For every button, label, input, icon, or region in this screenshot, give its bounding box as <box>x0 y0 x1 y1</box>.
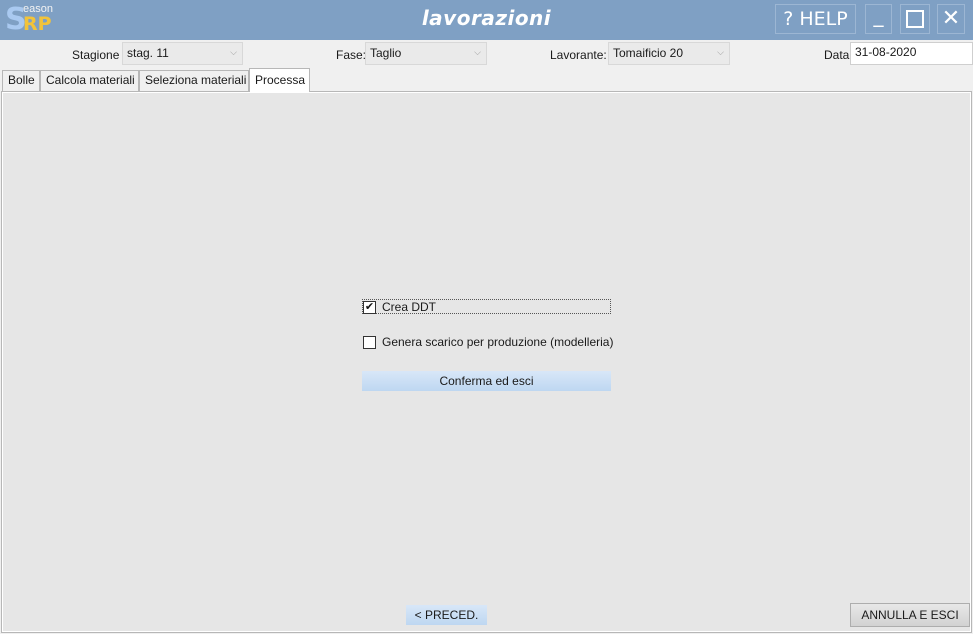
cancel-and-exit-button[interactable]: ANNULLA E ESCI <box>850 603 970 627</box>
tab-calcola-materiali[interactable]: Calcola materiali <box>40 70 139 91</box>
minimize-icon: _ <box>873 3 884 27</box>
fase-value: Taglio <box>370 46 402 60</box>
chevron-down-icon: ⌵ <box>230 47 237 57</box>
process-area <box>3 93 970 631</box>
tab-label: Calcola materiali <box>46 73 135 87</box>
minimize-button[interactable]: _ <box>865 3 892 34</box>
genera-scarico-label: Genera scarico per produzione (modelleri… <box>382 335 614 349</box>
fase-label: Fase: <box>336 48 367 62</box>
close-button[interactable]: ✕ <box>937 4 965 34</box>
data-label: Data <box>824 48 850 62</box>
checkbox-unchecked-icon <box>363 335 376 349</box>
stagione-value: stag. 11 <box>127 46 169 60</box>
help-button[interactable]: ? HELP <box>775 4 856 34</box>
tab-label: Bolle <box>8 73 35 87</box>
previous-button[interactable]: < PRECED. <box>406 605 487 625</box>
date-input[interactable]: 31-08-2020 <box>850 42 973 65</box>
genera-scarico-checkbox[interactable]: Genera scarico per produzione (modelleri… <box>363 335 613 349</box>
stagione-label: Stagione <box>72 48 120 62</box>
maximize-icon <box>906 10 924 28</box>
lavorante-select[interactable]: Tomaificio 20 ⌵ <box>608 42 730 65</box>
crea-ddt-checkbox[interactable]: ✔ Crea DDT <box>363 300 436 314</box>
chevron-down-icon: ⌵ <box>717 47 724 57</box>
tab-processa[interactable]: Processa <box>249 68 310 92</box>
tab-label: Seleziona materiali <box>145 73 247 87</box>
chevron-down-icon: ⌵ <box>474 47 481 57</box>
stagione-select[interactable]: stag. 11 ⌵ <box>122 42 243 65</box>
fase-select[interactable]: Taglio ⌵ <box>365 42 487 65</box>
lavorante-value: Tomaificio 20 <box>613 46 684 60</box>
lavorante-label: Lavorante: <box>550 48 607 62</box>
crea-ddt-label: Crea DDT <box>382 300 437 314</box>
checkbox-checked-icon: ✔ <box>363 300 376 314</box>
tab-label: Processa <box>255 73 306 87</box>
title-bar: S eason RP lavorazioni ? HELP _ ✕ <box>0 0 973 40</box>
close-icon: ✕ <box>941 6 961 31</box>
tab-bolle[interactable]: Bolle <box>2 70 40 91</box>
confirm-and-exit-button[interactable]: Conferma ed esci <box>362 371 611 391</box>
maximize-button[interactable] <box>900 4 930 34</box>
tab-seleziona-materiali[interactable]: Seleziona materiali <box>139 70 249 91</box>
